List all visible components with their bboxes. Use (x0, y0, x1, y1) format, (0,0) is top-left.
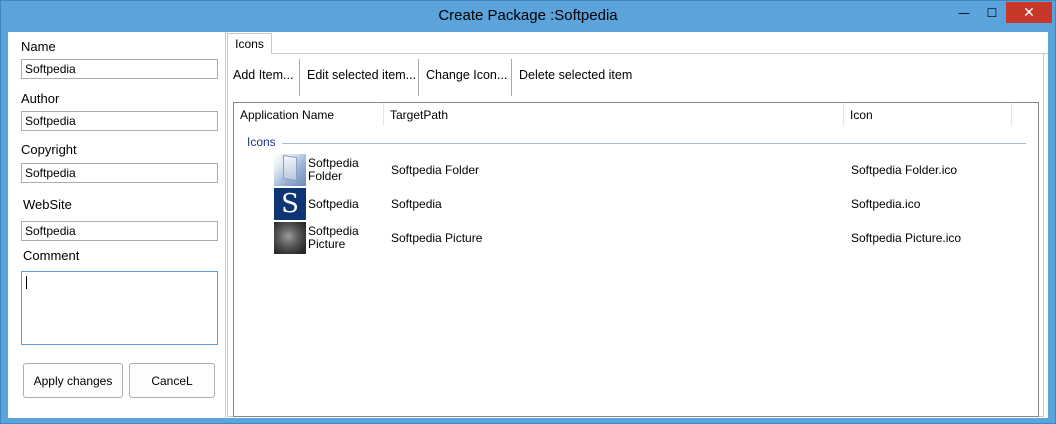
name-input[interactable]: Softpedia (21, 59, 218, 79)
item-icon-file: Softpedia Picture.ico (851, 231, 962, 245)
list-header: Application Name TargetPath Icon (234, 103, 1038, 126)
window-title: Create Package :Softpedia (438, 7, 618, 24)
apply-changes-button[interactable]: Apply changes (23, 363, 123, 398)
toolbar-separator (511, 59, 512, 96)
column-header-targetpath[interactable]: TargetPath (384, 103, 844, 126)
item-icon-file: Softpedia Folder.ico (851, 163, 958, 177)
copyright-input[interactable]: Softpedia (21, 163, 218, 183)
toolbar: Add Item... Edit selected item... Change… (228, 53, 1044, 98)
author-label: Author (21, 91, 60, 106)
softpedia-logo-thumbnail: S (274, 188, 306, 220)
title-bar[interactable]: Create Package :Softpedia — ☐ ✕ (1, 1, 1055, 32)
window-client-area: Name Softpedia Author Softpedia Copyrigh… (8, 32, 1048, 418)
comment-textarea[interactable] (21, 271, 218, 345)
list-item[interactable]: Softpedia Folder Softpedia Folder Softpe… (234, 153, 1038, 187)
item-name: Softpedia Folder (308, 156, 359, 183)
items-panel: Icons Add Item... Edit selected item... … (226, 32, 1048, 418)
create-package-window: Create Package :Softpedia — ☐ ✕ Name Sof… (0, 0, 1056, 424)
cancel-button[interactable]: CanceL (129, 363, 215, 398)
icons-tab-page: Add Item... Edit selected item... Change… (227, 53, 1044, 417)
name-label: Name (21, 39, 56, 54)
list-item[interactable]: Softpedia Picture Softpedia Picture Soft… (234, 221, 1038, 255)
add-item-button[interactable]: Add Item... (233, 60, 293, 90)
minimize-button[interactable]: — (950, 2, 978, 23)
maximize-button[interactable]: ☐ (978, 2, 1006, 23)
change-icon-button[interactable]: Change Icon... (426, 60, 507, 90)
website-label: WebSite (23, 197, 72, 212)
edit-selected-item-button[interactable]: Edit selected item... (307, 60, 416, 90)
item-target-path: Softpedia Folder (391, 163, 480, 177)
items-list-view[interactable]: Application Name TargetPath Icon Icons S… (233, 102, 1039, 417)
website-input[interactable]: Softpedia (21, 221, 218, 241)
copyright-label: Copyright (21, 142, 77, 157)
toolbar-separator (299, 59, 300, 96)
delete-selected-item-button[interactable]: Delete selected item (519, 60, 632, 90)
tab-icons[interactable]: Icons (227, 33, 272, 54)
folder-thumbnail (274, 154, 306, 186)
column-header-icon[interactable]: Icon (844, 103, 1012, 126)
package-info-panel: Name Softpedia Author Softpedia Copyrigh… (8, 32, 226, 418)
item-target-path: Softpedia Picture (391, 231, 483, 245)
item-icon-file: Softpedia.ico (851, 197, 921, 211)
tab-strip: Icons (226, 32, 1048, 54)
picture-thumbnail (274, 222, 306, 254)
close-button[interactable]: ✕ (1006, 2, 1052, 23)
column-header-application-name[interactable]: Application Name (234, 103, 384, 126)
comment-label: Comment (23, 248, 80, 263)
toolbar-separator (418, 59, 419, 96)
group-header[interactable]: Icons (247, 135, 276, 149)
item-name: Softpedia Picture (308, 224, 359, 251)
item-target-path: Softpedia (391, 197, 442, 211)
group-divider (282, 143, 1026, 144)
author-input[interactable]: Softpedia (21, 111, 218, 131)
text-caret (26, 276, 27, 289)
item-name: Softpedia (308, 197, 359, 211)
list-item[interactable]: S Softpedia Softpedia Softpedia.ico (234, 187, 1038, 221)
